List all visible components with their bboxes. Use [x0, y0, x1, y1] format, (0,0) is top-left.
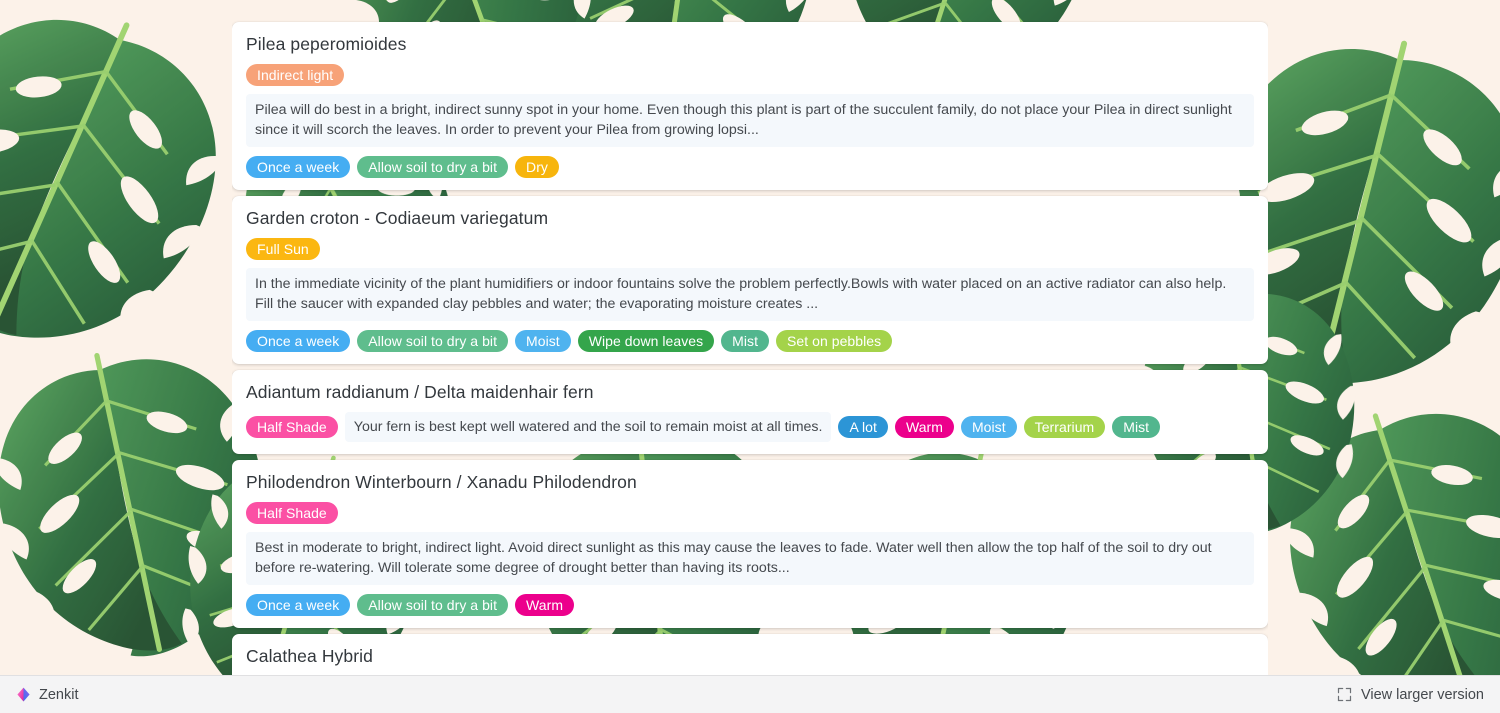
light-tag-row: Full Sun: [246, 238, 1254, 260]
care-tag[interactable]: Wipe down leaves: [577, 330, 715, 352]
plant-card[interactable]: Philodendron Winterbourn / Xanadu Philod…: [232, 460, 1268, 628]
care-tag-row: Once a week Allow soil to dry a bit Warm: [246, 594, 1254, 616]
care-tag[interactable]: Allow soil to dry a bit: [357, 330, 509, 352]
plant-description: Your fern is best kept well watered and …: [344, 412, 832, 442]
plant-description: Pilea will do best in a bright, indirect…: [246, 94, 1254, 147]
care-tag[interactable]: Allow soil to dry a bit: [357, 594, 509, 616]
plant-title: Garden croton - Codiaeum variegatum: [246, 208, 549, 228]
plant-meta-row: Half Shade Your fern is best kept well wa…: [246, 412, 1254, 442]
care-tag-row: Once a week Allow soil to dry a bit Moist W…: [246, 330, 1254, 352]
care-tag[interactable]: Mist: [721, 330, 770, 352]
care-tag[interactable]: Moist: [515, 330, 571, 352]
light-tag[interactable]: Half Shade: [246, 416, 338, 438]
plant-card[interactable]: Garden croton - Codiaeum variegatum Full …: [232, 196, 1268, 364]
plant-description: In the immediate vicinity of the plant h…: [246, 268, 1254, 321]
care-tag[interactable]: Terrarium: [1023, 416, 1106, 438]
care-tag[interactable]: Mist: [1112, 416, 1161, 438]
light-tag[interactable]: Half Shade: [246, 502, 338, 524]
zenkit-brand[interactable]: Zenkit: [16, 687, 79, 703]
light-tag[interactable]: Indirect light: [246, 64, 345, 86]
light-tag-row: Indirect light: [246, 64, 1254, 86]
footer-bar: Zenkit View larger version: [0, 675, 1500, 713]
care-tag[interactable]: Allow soil to dry a bit: [357, 156, 509, 178]
care-tag[interactable]: Set on pebbles: [776, 330, 893, 352]
plant-card[interactable]: Calathea Hybrid: [232, 634, 1268, 675]
light-tag-row: Half Shade: [246, 502, 1254, 524]
care-tag[interactable]: Warm: [894, 416, 954, 438]
care-tag[interactable]: Moist: [960, 416, 1017, 438]
plant-title: Pilea peperomioides: [246, 34, 407, 54]
care-tag[interactable]: A lot: [838, 416, 888, 438]
care-tag[interactable]: Once a week: [246, 330, 351, 352]
view-larger-version-label: View larger version: [1360, 686, 1484, 703]
care-tag[interactable]: Once a week: [246, 156, 351, 178]
plant-card[interactable]: Adiantum raddianum / Delta maidenhair fe…: [232, 370, 1268, 454]
zenkit-diamond-logo-icon: [16, 687, 31, 702]
care-tag[interactable]: Dry: [515, 156, 559, 178]
plant-description: Best in moderate to bright, indirect lig…: [246, 532, 1254, 585]
plant-card[interactable]: Pilea peperomioides Indirect light Pilea w…: [232, 22, 1268, 190]
plant-title: Calathea Hybrid: [246, 646, 373, 666]
plant-card-list[interactable]: Pilea peperomioides Indirect light Pilea w…: [232, 0, 1268, 675]
view-larger-version-button[interactable]: View larger version: [1337, 687, 1484, 703]
care-tag[interactable]: Once a week: [246, 594, 351, 616]
plant-title: Adiantum raddianum / Delta maidenhair fe…: [246, 382, 594, 402]
brand-label: Zenkit: [39, 686, 79, 703]
light-tag[interactable]: Full Sun: [246, 238, 320, 260]
expand-arrows-icon: [1337, 687, 1352, 702]
care-tag[interactable]: Warm: [515, 594, 575, 616]
care-tag-row: Once a week Allow soil to dry a bit Dry: [246, 156, 1254, 178]
plant-title: Philodendron Winterbourn / Xanadu Philod…: [246, 472, 637, 492]
